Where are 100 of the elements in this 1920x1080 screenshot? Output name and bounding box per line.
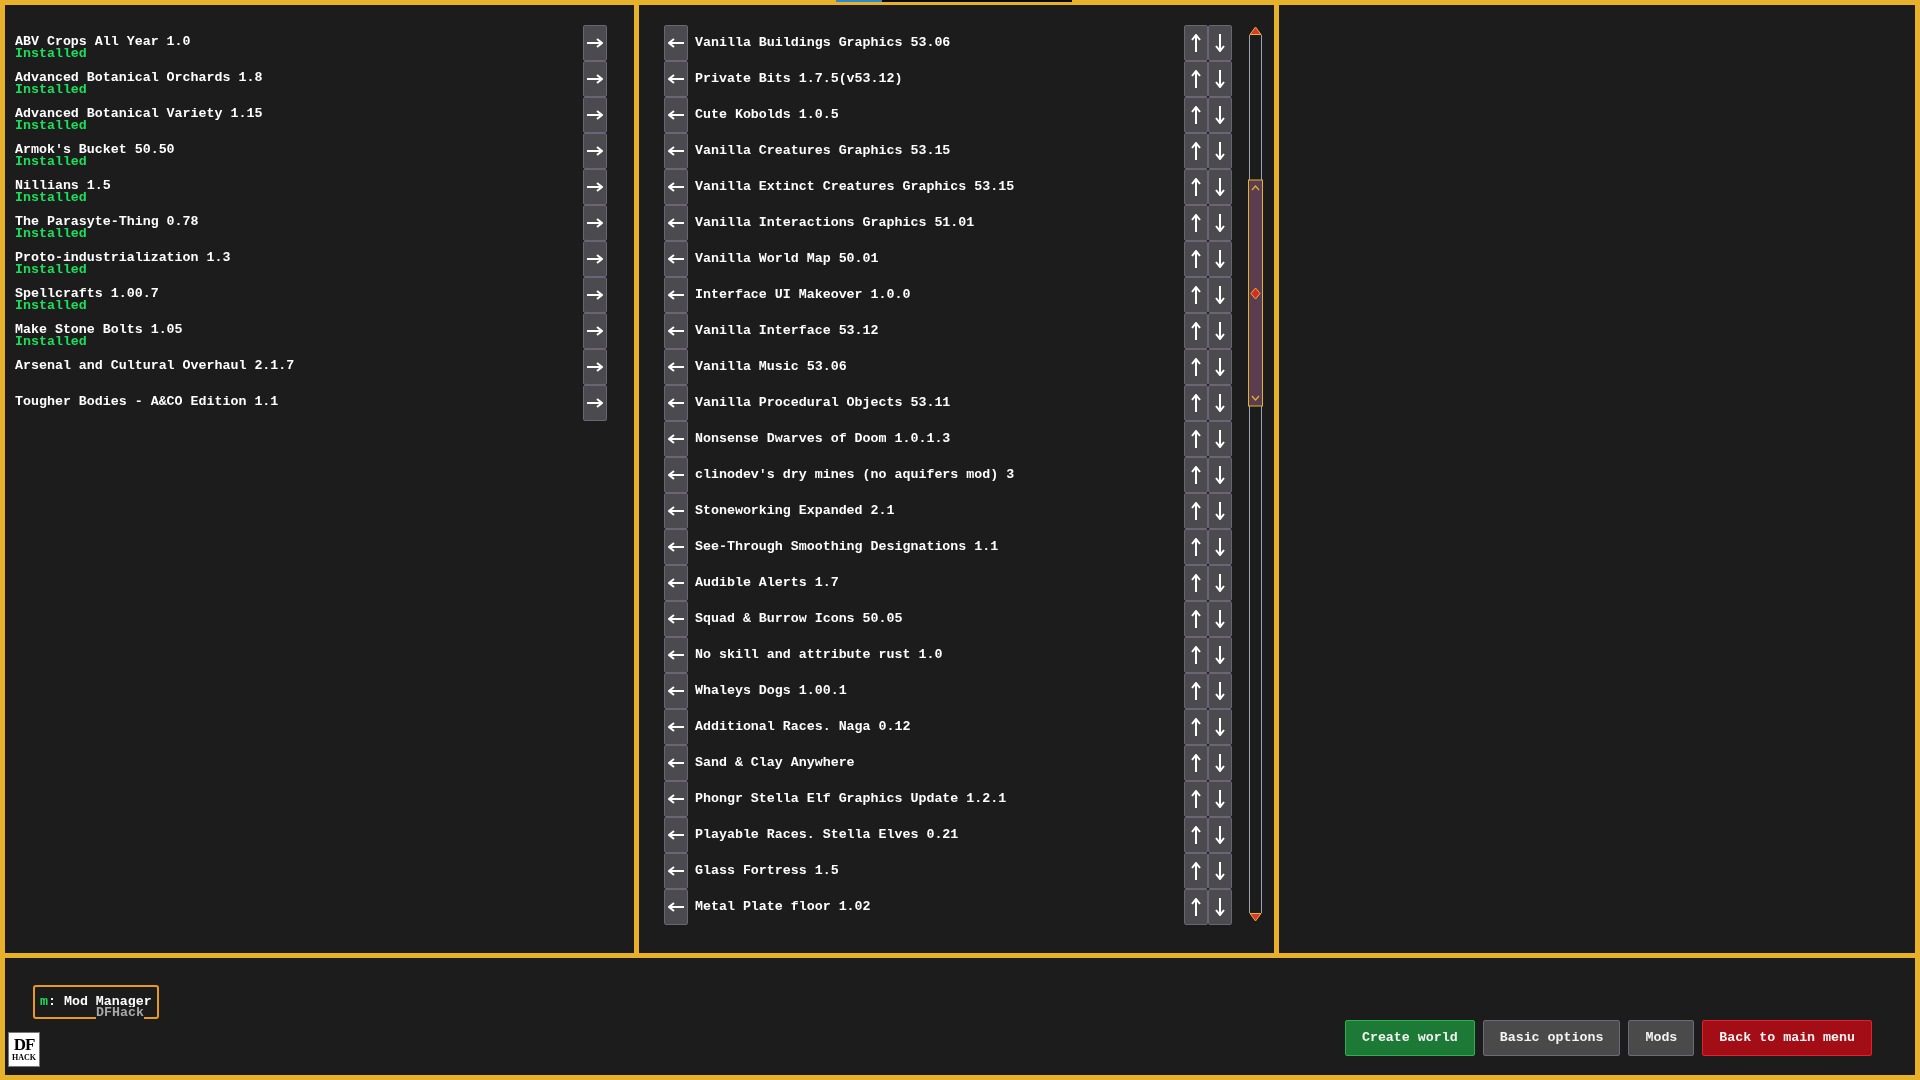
move-right-button[interactable] xyxy=(583,61,607,97)
move-up-button[interactable] xyxy=(1184,673,1208,709)
move-right-button[interactable] xyxy=(583,205,607,241)
move-up-button[interactable] xyxy=(1184,457,1208,493)
move-up-button[interactable] xyxy=(1184,853,1208,889)
move-right-button[interactable] xyxy=(583,349,607,385)
move-up-button[interactable] xyxy=(1184,709,1208,745)
move-left-button[interactable] xyxy=(664,25,688,61)
move-left-button[interactable] xyxy=(664,457,688,493)
move-right-button[interactable] xyxy=(583,385,607,421)
move-left-button[interactable] xyxy=(664,385,688,421)
move-left-button[interactable] xyxy=(664,529,688,565)
move-down-button[interactable] xyxy=(1208,457,1232,493)
move-left-button[interactable] xyxy=(664,61,688,97)
move-down-button[interactable] xyxy=(1208,421,1232,457)
move-up-button[interactable] xyxy=(1184,385,1208,421)
move-left-button[interactable] xyxy=(664,421,688,457)
move-left-button[interactable] xyxy=(664,817,688,853)
move-right-button[interactable] xyxy=(583,25,607,61)
move-down-button[interactable] xyxy=(1208,637,1232,673)
move-down-button[interactable] xyxy=(1208,349,1232,385)
move-down-button[interactable] xyxy=(1208,385,1232,421)
move-left-button[interactable] xyxy=(664,313,688,349)
move-left-button[interactable] xyxy=(664,745,688,781)
move-right-button[interactable] xyxy=(583,277,607,313)
move-up-button[interactable] xyxy=(1184,241,1208,277)
move-right-button[interactable] xyxy=(583,169,607,205)
move-down-button[interactable] xyxy=(1208,97,1232,133)
move-down-button[interactable] xyxy=(1208,61,1232,97)
move-down-button[interactable] xyxy=(1208,889,1232,925)
move-up-button[interactable] xyxy=(1184,421,1208,457)
move-left-button[interactable] xyxy=(664,277,688,313)
move-left-button[interactable] xyxy=(664,637,688,673)
menu-button[interactable]: Back to main menu xyxy=(1702,1020,1872,1056)
move-up-button[interactable] xyxy=(1184,745,1208,781)
arrow-left-icon xyxy=(668,38,684,48)
move-down-button[interactable] xyxy=(1208,817,1232,853)
scrollbar[interactable] xyxy=(1248,26,1263,922)
move-right-button[interactable] xyxy=(583,133,607,169)
move-up-button[interactable] xyxy=(1184,889,1208,925)
move-right-button[interactable] xyxy=(583,97,607,133)
arrow-left-icon xyxy=(668,902,684,912)
arrow-down-icon xyxy=(1215,142,1225,160)
move-down-button[interactable] xyxy=(1208,277,1232,313)
move-right-button[interactable] xyxy=(583,241,607,277)
move-up-button[interactable] xyxy=(1184,349,1208,385)
move-down-button[interactable] xyxy=(1208,565,1232,601)
arrow-up-icon xyxy=(1191,574,1201,592)
move-up-button[interactable] xyxy=(1184,493,1208,529)
move-left-button[interactable] xyxy=(664,241,688,277)
move-down-button[interactable] xyxy=(1208,205,1232,241)
move-down-button[interactable] xyxy=(1208,169,1232,205)
move-down-button[interactable] xyxy=(1208,601,1232,637)
move-up-button[interactable] xyxy=(1184,313,1208,349)
move-left-button[interactable] xyxy=(664,205,688,241)
move-down-button[interactable] xyxy=(1208,673,1232,709)
move-down-button[interactable] xyxy=(1208,313,1232,349)
move-left-button[interactable] xyxy=(664,889,688,925)
move-down-button[interactable] xyxy=(1208,133,1232,169)
move-up-button[interactable] xyxy=(1184,277,1208,313)
move-left-button[interactable] xyxy=(664,781,688,817)
move-up-button[interactable] xyxy=(1184,781,1208,817)
move-up-button[interactable] xyxy=(1184,25,1208,61)
move-up-button[interactable] xyxy=(1184,565,1208,601)
menu-button[interactable]: Mods xyxy=(1628,1020,1695,1056)
move-up-button[interactable] xyxy=(1184,133,1208,169)
arrow-right-icon xyxy=(587,182,603,192)
menu-button[interactable]: Basic options xyxy=(1482,1020,1621,1056)
mod-status: Installed xyxy=(15,336,87,348)
move-up-button[interactable] xyxy=(1184,637,1208,673)
mod-name: Audible Alerts 1.7 xyxy=(695,576,839,590)
move-left-button[interactable] xyxy=(664,673,688,709)
move-left-button[interactable] xyxy=(664,493,688,529)
move-down-button[interactable] xyxy=(1208,25,1232,61)
move-down-button[interactable] xyxy=(1208,241,1232,277)
move-left-button[interactable] xyxy=(664,97,688,133)
move-left-button[interactable] xyxy=(664,709,688,745)
move-up-button[interactable] xyxy=(1184,205,1208,241)
arrow-left-icon xyxy=(668,830,684,840)
move-down-button[interactable] xyxy=(1208,745,1232,781)
move-up-button[interactable] xyxy=(1184,601,1208,637)
move-left-button[interactable] xyxy=(664,349,688,385)
move-up-button[interactable] xyxy=(1184,817,1208,853)
move-left-button[interactable] xyxy=(664,853,688,889)
move-left-button[interactable] xyxy=(664,565,688,601)
move-down-button[interactable] xyxy=(1208,709,1232,745)
move-down-button[interactable] xyxy=(1208,529,1232,565)
move-down-button[interactable] xyxy=(1208,781,1232,817)
move-right-button[interactable] xyxy=(583,313,607,349)
move-left-button[interactable] xyxy=(664,601,688,637)
menu-button[interactable]: Create world xyxy=(1344,1020,1475,1056)
move-up-button[interactable] xyxy=(1184,97,1208,133)
move-down-button[interactable] xyxy=(1208,853,1232,889)
move-left-button[interactable] xyxy=(664,169,688,205)
move-up-button[interactable] xyxy=(1184,169,1208,205)
move-down-button[interactable] xyxy=(1208,493,1232,529)
arrow-left-icon xyxy=(668,722,684,732)
move-up-button[interactable] xyxy=(1184,529,1208,565)
move-up-button[interactable] xyxy=(1184,61,1208,97)
move-left-button[interactable] xyxy=(664,133,688,169)
